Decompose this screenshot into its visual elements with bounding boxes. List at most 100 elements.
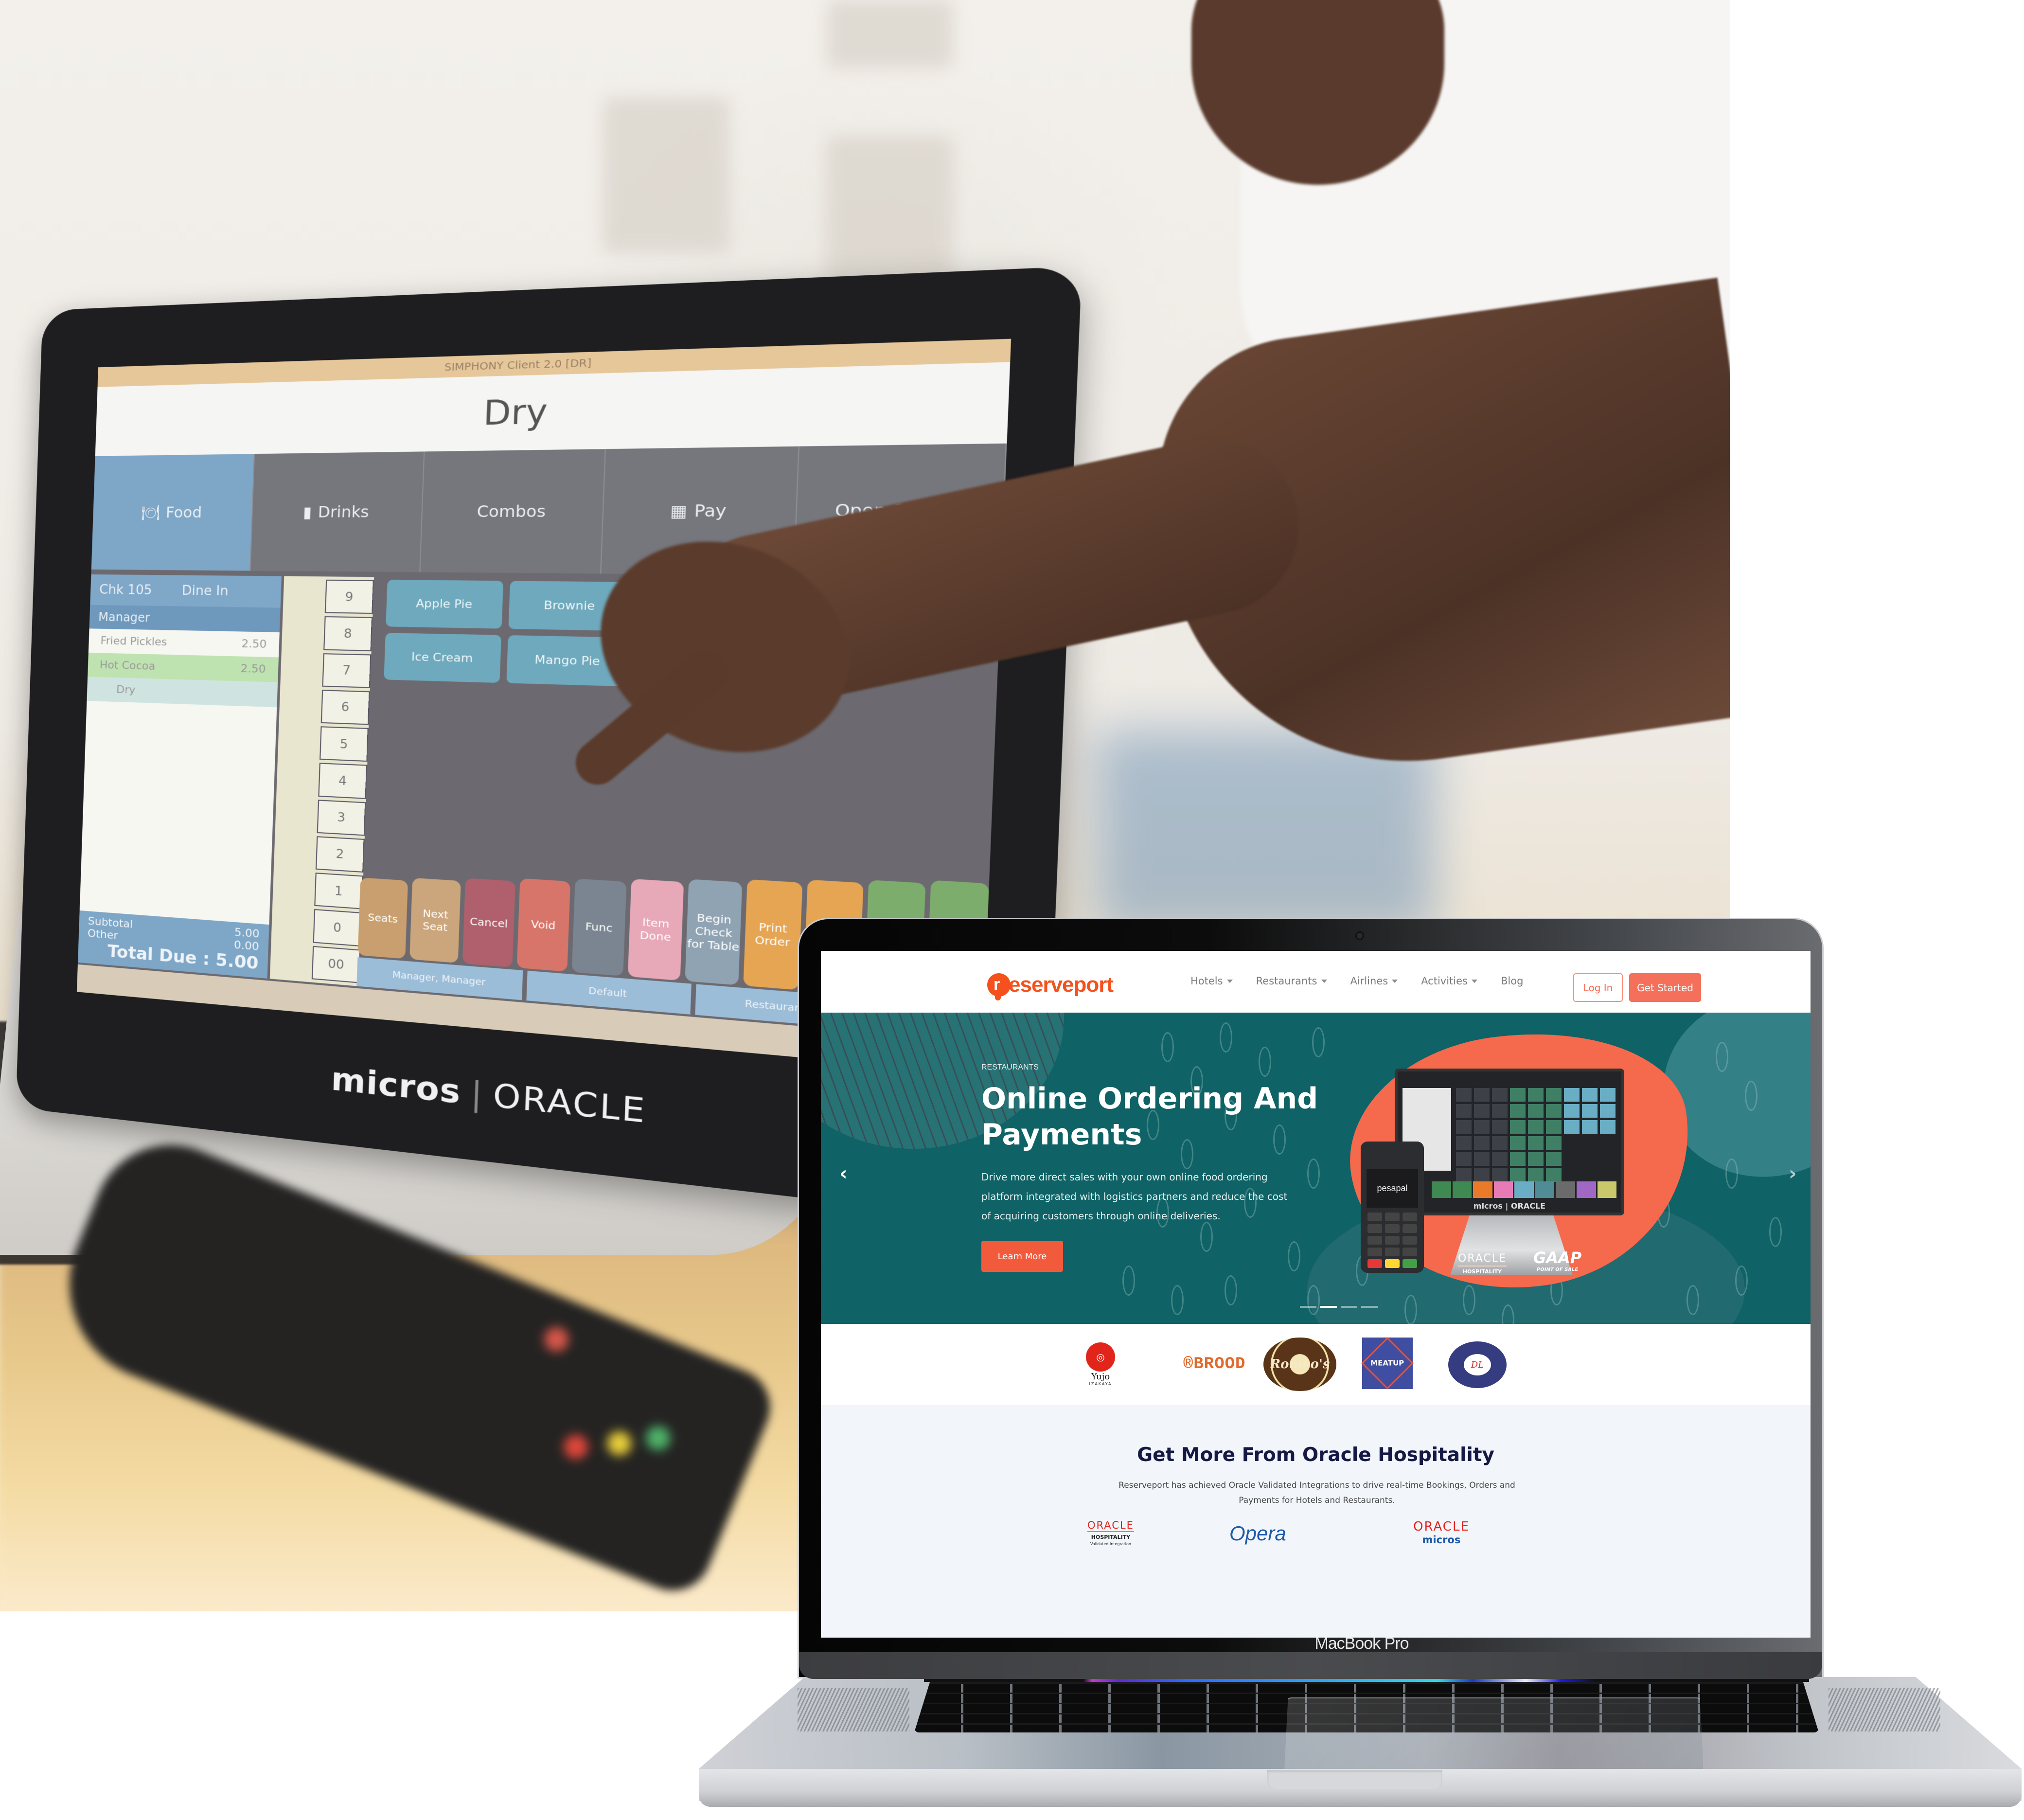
pos-function-key[interactable]: Print Order xyxy=(743,879,802,990)
hero-title: Online Ordering And Payments xyxy=(981,1082,1318,1152)
client-logo-delicious: DL xyxy=(1448,1341,1507,1388)
pos-key[interactable]: 6 xyxy=(320,689,370,725)
pos-menu-cell-illustration xyxy=(1582,1136,1598,1150)
pos-key[interactable]: 7 xyxy=(322,653,372,688)
pos-menu-cell-illustration xyxy=(1582,1120,1598,1134)
pos-menu-cell-illustration xyxy=(1564,1168,1580,1182)
card-reader-key xyxy=(540,1323,572,1356)
get-started-button[interactable]: Get Started xyxy=(1629,973,1701,1002)
hero-ring-decor xyxy=(1312,1027,1325,1057)
hero-ring-decor xyxy=(1725,1159,1738,1189)
nav-activities[interactable]: Activities xyxy=(1421,975,1477,987)
pos-menu-cell-illustration xyxy=(1492,1152,1508,1166)
pos-menu-cell-illustration xyxy=(1600,1136,1616,1150)
card-reader-key xyxy=(560,1431,592,1463)
pos-menu-cell-illustration xyxy=(1582,1088,1598,1102)
caret-down-icon xyxy=(1472,979,1477,983)
hero-ring-decor xyxy=(1745,1081,1758,1111)
nav-hotels[interactable]: Hotels xyxy=(1190,975,1233,987)
pos-function-key[interactable]: Seats xyxy=(357,877,408,959)
pos-check-employee: Manager xyxy=(89,605,281,633)
nav-blog[interactable]: Blog xyxy=(1501,975,1523,987)
pos-menu-item[interactable]: Apple Pie xyxy=(386,579,504,629)
pos-menu-cell-illustration xyxy=(1474,1168,1490,1182)
client-logo-yujo: ◎ Yujo IZAKAYA xyxy=(1086,1338,1115,1391)
pos-menu-cell-illustration xyxy=(1564,1120,1580,1134)
laptop-speaker-left xyxy=(798,1688,909,1731)
card-reader-keys xyxy=(1367,1213,1417,1268)
pos-check-header: Chk 105 Dine In xyxy=(90,574,282,608)
pos-function-key[interactable]: Next Seat xyxy=(409,877,462,964)
food-icon: 🍽 xyxy=(141,504,160,521)
carousel-prev-icon[interactable]: ‹ xyxy=(839,1162,847,1185)
nav-airlines[interactable]: Airlines xyxy=(1350,975,1398,987)
pos-check-line[interactable]: Dry xyxy=(87,677,278,708)
pos-menu-cell-illustration xyxy=(1582,1152,1598,1166)
pos-tab-combos[interactable]: Combos xyxy=(420,449,606,574)
pos-key[interactable]: 2 xyxy=(315,836,365,873)
carousel-indicator[interactable] xyxy=(1341,1306,1357,1308)
oracle-hospitality-logo: ORACLE HOSPITALITY xyxy=(1458,1252,1507,1275)
pos-menu-cell-illustration xyxy=(1546,1152,1562,1166)
hero-ring-decor xyxy=(1769,1217,1782,1247)
pos-menu-cell-illustration xyxy=(1456,1136,1472,1150)
carousel-indicators xyxy=(1300,1306,1378,1308)
pos-key[interactable]: 00 xyxy=(311,946,361,983)
client-logos: ◎ Yujo IZAKAYA ®BROOD Romeo's MEATUP DL xyxy=(821,1324,1811,1405)
hero-ring-decor xyxy=(1122,1266,1135,1296)
client-logo-brood: ®BROOD xyxy=(1183,1355,1246,1374)
background-window xyxy=(603,97,729,253)
hero-ring-decor xyxy=(1404,1295,1417,1324)
pos-function-key[interactable]: Func xyxy=(571,878,627,976)
carousel-next-icon[interactable]: › xyxy=(1789,1162,1796,1185)
carousel-indicator[interactable] xyxy=(1361,1306,1378,1308)
pos-function-key[interactable]: Begin Check for Table xyxy=(685,879,743,985)
learn-more-button[interactable]: Learn More xyxy=(981,1241,1063,1272)
pos-key[interactable]: 8 xyxy=(323,616,373,651)
pos-key[interactable]: 5 xyxy=(320,726,369,762)
nav-restaurants[interactable]: Restaurants xyxy=(1256,975,1327,987)
background-blur xyxy=(1094,730,1435,934)
login-button[interactable]: Log In xyxy=(1573,973,1623,1002)
background-window xyxy=(827,136,953,282)
pos-key[interactable]: 3 xyxy=(317,799,366,836)
pos-function-row-illustration xyxy=(1432,1181,1617,1198)
hero-ring-decor xyxy=(1225,1275,1237,1305)
hero-ring-decor xyxy=(1307,1159,1320,1189)
hero-ring-decor xyxy=(1259,1047,1271,1077)
caret-down-icon xyxy=(1226,979,1233,983)
pos-menu-item[interactable]: Ice Cream xyxy=(384,633,502,683)
pos-tab-drinks[interactable]: ▮ Drinks xyxy=(250,451,425,572)
carousel-indicator[interactable] xyxy=(1300,1306,1316,1308)
laptop-lid-notch xyxy=(1267,1770,1442,1790)
pos-key[interactable]: 4 xyxy=(318,763,368,799)
hero-ring-decor xyxy=(1200,1222,1213,1252)
pos-function-key[interactable]: Void xyxy=(516,878,570,972)
pos-menu-cell-illustration xyxy=(1510,1120,1526,1134)
background-window xyxy=(827,0,953,68)
pos-tab-food[interactable]: 🍽 Food xyxy=(91,454,255,571)
reserveport-logo[interactable]: r eserveport xyxy=(987,970,1114,1000)
pos-menu-cell-illustration xyxy=(1492,1104,1508,1118)
hero-eyebrow: RESTAURANTS xyxy=(981,1063,1039,1071)
carousel-indicator[interactable] xyxy=(1320,1306,1337,1308)
pos-menu-cell-illustration xyxy=(1492,1120,1508,1134)
hero-illustration: micros | ORACLE pesapal ORACLE HOSPITALI… xyxy=(1335,1013,1707,1310)
pos-key[interactable]: 1 xyxy=(314,873,363,910)
pos-menu-cell-illustration xyxy=(1528,1088,1544,1102)
partner-logo-oracle-micros: ORACLE micros xyxy=(1413,1519,1470,1546)
main-nav: Hotels Restaurants Airlines Activities B… xyxy=(1190,975,1523,987)
pos-function-key[interactable]: Item Done xyxy=(627,878,684,981)
laptop-trackpad xyxy=(1284,1697,1704,1777)
pos-menu-cell-illustration xyxy=(1510,1104,1526,1118)
pos-key[interactable]: 0 xyxy=(313,909,362,946)
pos-key[interactable]: 9 xyxy=(324,579,374,614)
pos-menu-cell-illustration xyxy=(1456,1104,1472,1118)
site-header: r eserveport Hotels Restaurants Airlines… xyxy=(821,951,1811,1014)
pos-brand-illustration: micros | ORACLE xyxy=(1473,1201,1546,1211)
pos-menu-cell-illustration xyxy=(1528,1136,1544,1150)
pos-function-key[interactable]: Cancel xyxy=(462,878,515,967)
pos-menu-cell-illustration xyxy=(1546,1120,1562,1134)
pos-menu-cell-illustration xyxy=(1600,1120,1616,1134)
pos-check-panel: Chk 105 Dine In Manager Fried Pickles 2.5… xyxy=(78,574,282,979)
